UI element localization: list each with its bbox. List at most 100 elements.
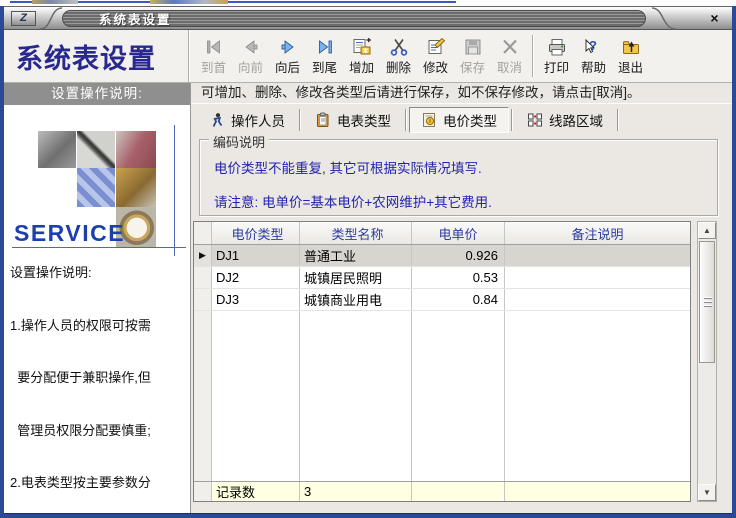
cell-unit-price[interactable]: 0.53 xyxy=(412,267,505,288)
cell-note[interactable] xyxy=(505,267,690,288)
scroll-down-button[interactable]: ▼ xyxy=(698,484,716,501)
tab-meter-types[interactable]: 电表类型 xyxy=(303,107,403,133)
empty-cell xyxy=(505,311,690,481)
sidebar: 设置操作说明: SERVICE 设置操作说明: 1.操作人员的权限可按需 要分配… xyxy=(4,83,191,513)
record-count-value: 3 xyxy=(300,482,412,501)
tab-line-areas-label: 线路区域 xyxy=(549,110,603,130)
add-button[interactable]: 增加 xyxy=(343,31,380,81)
help-icon: ? xyxy=(583,37,605,57)
delete-button[interactable]: 删除 xyxy=(380,31,417,81)
instruction-line: 2.电表类型按主要参数分 xyxy=(10,474,189,492)
column-header-type-name[interactable]: 类型名称 xyxy=(300,222,412,244)
price-type-table: 电价类型 类型名称 电单价 备注说明 ▶ DJ1 普通工业 0.926 xyxy=(193,221,691,502)
empty-cell xyxy=(412,311,505,481)
coding-note-line: 请注意: 电单价=基本电价+农网维护+其它费用. xyxy=(214,191,717,211)
nav-first-button[interactable]: 到首 xyxy=(195,31,232,81)
nav-prev-button[interactable]: 向前 xyxy=(232,31,269,81)
cell-unit-price[interactable]: 0.926 xyxy=(412,245,505,266)
help-button[interactable]: ? 帮助 xyxy=(575,31,612,81)
instruction-line: 管理员权限分配要慎重; xyxy=(10,422,189,440)
edit-button[interactable]: 修改 xyxy=(417,31,454,81)
photo-handshake xyxy=(116,168,156,207)
add-label: 增加 xyxy=(349,57,374,76)
nav-prev-label: 向前 xyxy=(238,57,263,76)
tab-separator xyxy=(617,109,619,131)
column-header-unit-price[interactable]: 电单价 xyxy=(412,222,505,244)
page-title: 系统表设置 xyxy=(4,30,188,82)
cell-note[interactable] xyxy=(505,289,690,310)
coding-note-line: 电价类型不能重复, 其它可根据实际情况填写. xyxy=(214,157,717,177)
cell-unit-price[interactable]: 0.84 xyxy=(412,289,505,310)
table-footer-row: 记录数 3 xyxy=(194,481,690,501)
thumb-grip xyxy=(704,306,712,307)
column-header-price-type[interactable]: 电价类型 xyxy=(212,222,300,244)
exit-label: 退出 xyxy=(618,57,643,76)
footer-indicator xyxy=(194,482,212,501)
footer-empty-cell xyxy=(505,482,690,501)
table-row[interactable]: ▶ DJ1 普通工业 0.926 xyxy=(194,245,690,267)
exit-button[interactable]: 退出 xyxy=(612,31,649,81)
tab-line-areas[interactable]: 线路区域 xyxy=(515,107,615,133)
tab-price-types[interactable]: 电价类型 xyxy=(409,107,509,133)
record-count-label: 记录数 xyxy=(212,482,300,501)
table-row[interactable]: DJ2 城镇居民照明 0.53 xyxy=(194,267,690,289)
cell-note[interactable] xyxy=(505,245,690,266)
nav-last-icon xyxy=(314,37,336,57)
nav-last-button[interactable]: 到尾 xyxy=(306,31,343,81)
row-indicator-header xyxy=(194,222,212,244)
table-row[interactable]: DJ3 城镇商业用电 0.84 xyxy=(194,289,690,311)
linked-boxes-icon xyxy=(527,112,543,128)
nav-first-label: 到首 xyxy=(201,57,226,76)
nav-next-icon xyxy=(277,37,299,57)
help-label: 帮助 xyxy=(581,57,606,76)
cell-price-type[interactable]: DJ2 xyxy=(212,267,300,288)
cell-type-name[interactable]: 城镇居民照明 xyxy=(300,267,412,288)
body: 设置操作说明: SERVICE 设置操作说明: 1.操作人员的权限可按需 要分配… xyxy=(4,83,732,513)
tab-meter-types-label: 电表类型 xyxy=(337,110,391,130)
tab-separator xyxy=(511,109,513,131)
titlebar[interactable]: Z 系统表设置 × xyxy=(4,6,732,30)
cell-price-type[interactable]: DJ1 xyxy=(212,245,300,266)
toolbar-separator xyxy=(532,35,534,77)
delete-scissors-icon xyxy=(388,37,410,57)
thumb-grip xyxy=(704,298,712,299)
exit-folder-icon xyxy=(620,37,642,57)
tab-operators[interactable]: 操作人员 xyxy=(197,107,297,133)
table-empty-area xyxy=(194,311,690,481)
empty-cell xyxy=(212,311,300,481)
tab-price-types-label: 电价类型 xyxy=(443,110,497,130)
photo-keyboard xyxy=(77,168,115,207)
titlebar-capsule: 系统表设置 xyxy=(62,10,646,27)
window-logo-icon: Z xyxy=(11,11,36,26)
print-icon xyxy=(546,37,568,57)
clipboard-icon xyxy=(315,112,331,128)
table-vertical-scrollbar[interactable]: ▲ ▼ xyxy=(697,221,717,502)
scroll-up-button[interactable]: ▲ xyxy=(698,222,716,239)
scrollbar-thumb[interactable] xyxy=(699,241,715,363)
photo-instruments xyxy=(116,131,156,168)
photo-tools xyxy=(38,131,76,168)
sidebar-header: 设置操作说明: xyxy=(4,83,190,105)
instruction-line: 1.操作人员的权限可按需 xyxy=(10,317,189,335)
photo-pen xyxy=(77,131,115,168)
cancel-button[interactable]: 取消 xyxy=(491,31,528,81)
nav-last-label: 到尾 xyxy=(312,57,337,76)
table-header-row: 电价类型 类型名称 电单价 备注说明 xyxy=(194,222,690,245)
close-button[interactable]: × xyxy=(706,10,723,27)
nav-next-button[interactable]: 向后 xyxy=(269,31,306,81)
empty-cell xyxy=(194,311,212,481)
row-indicator xyxy=(194,267,212,288)
cell-price-type[interactable]: DJ3 xyxy=(212,289,300,310)
sidebar-instructions: 设置操作说明: 1.操作人员的权限可按需 要分配便于兼职操作,但 管理员权限分配… xyxy=(10,229,189,511)
app-window: Z 系统表设置 × 系统表设置 到首 xyxy=(0,6,736,518)
row-indicator xyxy=(194,289,212,310)
empty-cell xyxy=(300,311,412,481)
nav-first-icon xyxy=(203,37,225,57)
save-button[interactable]: 保存 xyxy=(454,31,491,81)
cell-type-name[interactable]: 普通工业 xyxy=(300,245,412,266)
toolbar: 到首 向前 向后 xyxy=(190,30,732,82)
column-header-note[interactable]: 备注说明 xyxy=(505,222,690,244)
print-button[interactable]: 打印 xyxy=(538,31,575,81)
window-title: 系统表设置 xyxy=(99,9,172,28)
cell-type-name[interactable]: 城镇商业用电 xyxy=(300,289,412,310)
